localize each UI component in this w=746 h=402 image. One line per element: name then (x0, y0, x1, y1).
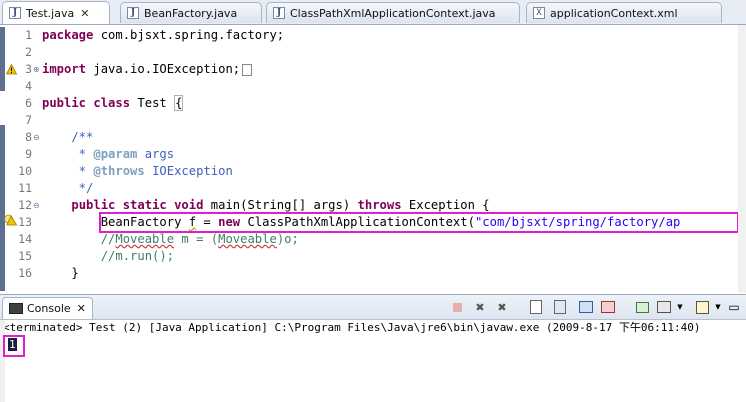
code-text: * @throws IOException (42, 164, 233, 178)
line-number: 8 (25, 130, 32, 144)
code-line: 15 //m.run(); (0, 248, 746, 265)
tab-beanfactory-java[interactable]: J BeanFactory.java (120, 2, 262, 23)
line-number: 9 (25, 147, 32, 161)
line-number: 15 (18, 249, 32, 263)
show-when-stderr-icon[interactable] (600, 299, 616, 315)
line-number: 6 (25, 96, 32, 110)
line-number: 10 (18, 164, 32, 178)
console-left-border (0, 320, 5, 402)
line-number: 13 (18, 215, 32, 229)
code-line: 2 (0, 44, 746, 61)
line-number: 14 (18, 232, 32, 246)
code-line: 7 (0, 112, 746, 129)
code-text: //m.run(); (42, 249, 175, 263)
line-number: 4 (25, 79, 32, 93)
display-console-icon[interactable] (656, 299, 672, 315)
pin-console-icon[interactable] (634, 299, 650, 315)
chevron-down-icon[interactable]: ▼ (672, 299, 688, 315)
chevron-down-icon[interactable]: ▼ (710, 299, 726, 315)
collapse-fold-icon[interactable]: ⊖ (33, 129, 40, 146)
code-line: 1 package com.bjsxt.spring.factory; (0, 27, 746, 44)
terminate-icon[interactable] (449, 299, 465, 315)
java-file-icon: J (9, 7, 21, 19)
line-number: 12 (18, 198, 32, 212)
remove-all-terminated-icon[interactable]: ✖ (494, 299, 510, 315)
console-status: <terminated> Test (2) [Java Application]… (3, 321, 701, 334)
close-icon[interactable]: ✕ (77, 302, 86, 315)
expand-fold-icon[interactable]: ⊕ (33, 61, 40, 78)
code-line: 6 public class Test { (0, 95, 746, 112)
console-tab-label: Console (27, 302, 71, 315)
code-line: 10 * @throws IOException (0, 163, 746, 180)
code-text: */ (42, 181, 94, 195)
show-when-stdout-icon[interactable] (578, 299, 594, 315)
code-text: import java.io.IOException; (42, 61, 253, 78)
code-line: 8 ⊖ /** (0, 129, 746, 146)
code-line: 9 * @param args (0, 146, 746, 163)
line-number: 3 (25, 62, 32, 76)
code-text: public class Test { (42, 95, 184, 111)
code-text: package com.bjsxt.spring.factory; (42, 28, 285, 42)
line-number: 11 (18, 181, 32, 195)
tab-label: Test.java (26, 6, 75, 20)
tab-label: applicationContext.xml (550, 6, 678, 20)
line-number: 1 (25, 28, 32, 42)
line-number: 7 (25, 113, 32, 127)
console-output[interactable]: 1 (8, 338, 17, 351)
code-line: 16 } (0, 265, 746, 282)
code-line: 4 (0, 78, 746, 95)
collapse-fold-icon[interactable]: ⊖ (33, 197, 40, 214)
line-number: 2 (25, 45, 32, 59)
code-text: } (42, 266, 79, 280)
editor-vertical-scrollbar[interactable] (738, 25, 746, 293)
clear-console-icon[interactable] (528, 299, 544, 315)
java-file-icon: J (273, 7, 285, 19)
highlight-annotation-box (99, 212, 739, 233)
code-line: 11 */ (0, 180, 746, 197)
close-icon[interactable]: ✕ (80, 7, 89, 20)
open-console-icon[interactable] (694, 299, 710, 315)
xml-file-icon: X (533, 7, 545, 19)
tab-console[interactable]: Console ✕ (2, 297, 93, 319)
code-text: //Moveable m = (Moveable)o; (42, 232, 299, 246)
remove-launch-icon[interactable]: ✖ (472, 299, 488, 315)
console-panel: Console ✕ ✖ ✖ ▼ ▼ ▭ <terminated> Test (2… (0, 294, 746, 402)
scroll-lock-icon[interactable] (552, 299, 568, 315)
console-toolbar: Console ✕ ✖ ✖ ▼ ▼ ▭ (0, 295, 746, 320)
code-line: 3 ⊕ import java.io.IOException; (0, 61, 746, 78)
tab-label: BeanFactory.java (144, 6, 238, 20)
line-number: 16 (18, 266, 32, 280)
tab-classpathxml-java[interactable]: J ClassPathXmlApplicationContext.java (266, 2, 520, 23)
code-text: * @param args (42, 147, 175, 161)
tab-test-java[interactable]: J Test.java ✕ (2, 1, 110, 24)
console-icon (9, 303, 23, 314)
tab-label: ClassPathXmlApplicationContext.java (290, 6, 496, 20)
code-line: 14 //Moveable m = (Moveable)o; (0, 231, 746, 248)
code-editor[interactable]: 1 package com.bjsxt.spring.factory; 2 3 … (0, 25, 746, 293)
editor-tab-bar: J Test.java ✕ J BeanFactory.java J Class… (0, 0, 746, 25)
code-text: /** (42, 130, 94, 144)
tab-applicationcontext-xml[interactable]: X applicationContext.xml (526, 2, 722, 23)
minimize-icon[interactable]: ▭ (726, 299, 742, 315)
java-file-icon: J (127, 7, 139, 19)
